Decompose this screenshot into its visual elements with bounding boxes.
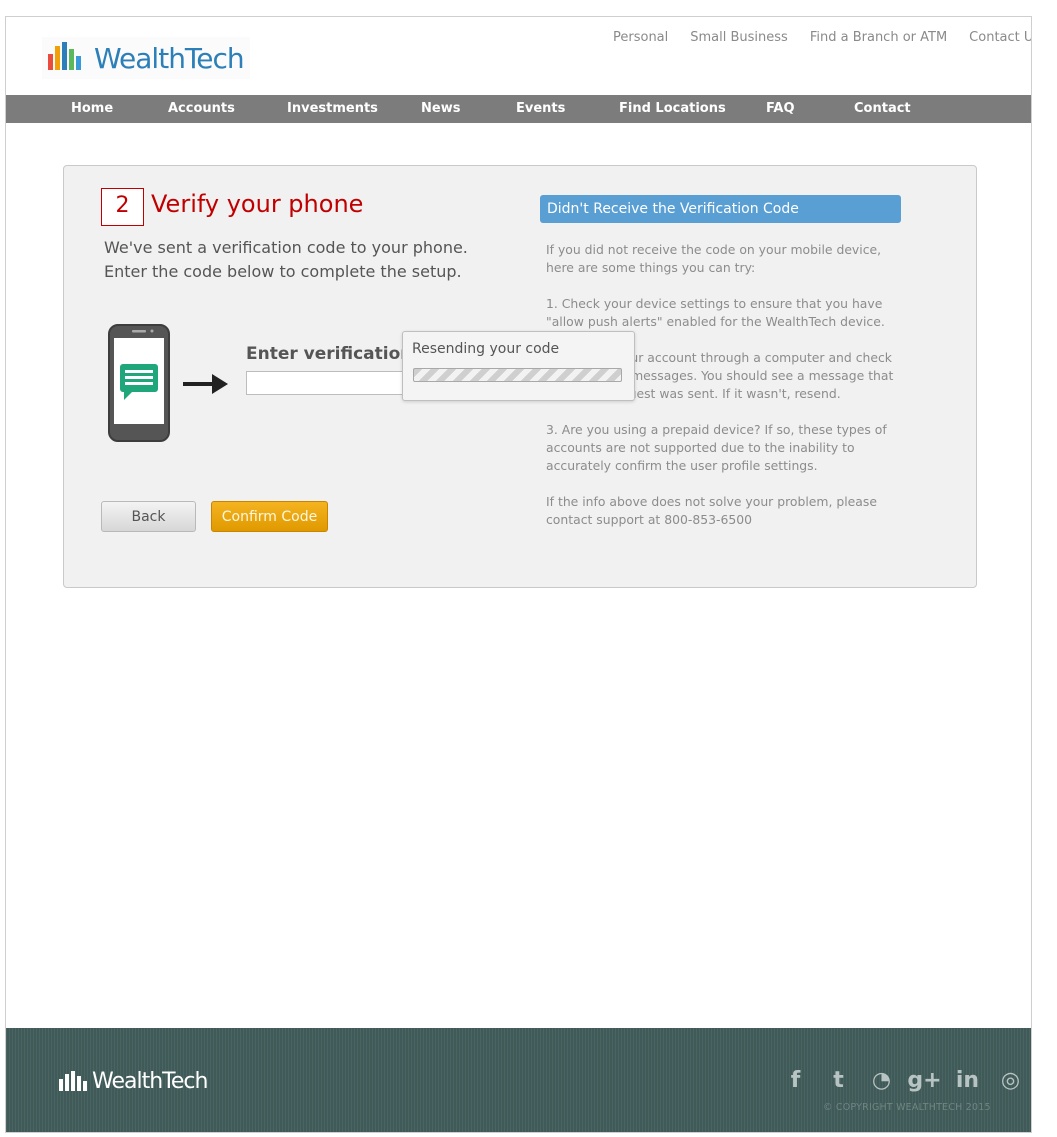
help-paragraph: 3. Are you using a prepaid device? If so… [546, 422, 887, 473]
top-link-contact-us[interactable]: Contact Us [969, 30, 1031, 45]
verification-label: Enter verification [246, 344, 413, 364]
step-title: Verify your phone [151, 190, 364, 218]
nav-accounts[interactable]: Accounts [168, 101, 235, 116]
footer-logo-text: WealthTech [92, 1069, 208, 1094]
step-number: 2 [101, 188, 144, 226]
help-paragraph: 1. Check your device settings to ensure … [546, 296, 885, 329]
twitter-icon[interactable]: t [817, 1068, 860, 1093]
help-paragraph: If the info above does not solve your pr… [546, 494, 877, 527]
top-links: Personal Small Business Find a Branch or… [613, 30, 1031, 45]
top-link-small-business[interactable]: Small Business [690, 30, 788, 45]
nav-contact[interactable]: Contact [854, 101, 911, 116]
help-header: Didn't Receive the Verification Code [540, 195, 901, 223]
step-description: We've sent a verification code to your p… [104, 236, 468, 284]
footer: WealthTech f t ◔ g+ in ◎ © COPYRIGHT WEA… [6, 1028, 1031, 1132]
help-paragraph: If you did not receive the code on your … [546, 242, 882, 275]
google-plus-icon[interactable]: g+ [903, 1068, 946, 1093]
confirm-code-button[interactable]: Confirm Code [211, 501, 328, 532]
footer-logo-bars-icon [59, 1070, 87, 1091]
main-navbar: Home Accounts Investments News Events Fi… [6, 95, 1031, 123]
nav-news[interactable]: News [421, 101, 460, 116]
dribbble-icon[interactable]: ◎ [989, 1068, 1031, 1093]
phone-message-icon [108, 324, 170, 442]
page-frame: WealthTech Personal Small Business Find … [5, 16, 1032, 1133]
facebook-icon[interactable]: f [774, 1068, 817, 1093]
nav-investments[interactable]: Investments [287, 101, 378, 116]
nav-events[interactable]: Events [516, 101, 565, 116]
logo-text: WealthTech [94, 41, 245, 75]
verification-code-input[interactable] [246, 371, 416, 395]
nav-faq[interactable]: FAQ [766, 101, 795, 116]
resending-popup: Resending your code [402, 331, 635, 401]
desc-line-1: We've sent a verification code to your p… [104, 238, 468, 257]
logo-bars-icon [48, 42, 81, 70]
rss-icon[interactable]: ◔ [860, 1068, 903, 1093]
top-link-personal[interactable]: Personal [613, 30, 668, 45]
linkedin-icon[interactable]: in [946, 1068, 989, 1093]
nav-home[interactable]: Home [71, 101, 113, 116]
footer-logo[interactable]: WealthTech [58, 1069, 208, 1094]
top-link-find-branch[interactable]: Find a Branch or ATM [810, 30, 947, 45]
back-button[interactable]: Back [101, 501, 196, 532]
popup-title: Resending your code [412, 341, 560, 357]
social-links: f t ◔ g+ in ◎ [774, 1068, 1031, 1093]
arrow-right-icon [183, 374, 228, 394]
resend-progress-bar [413, 368, 622, 382]
nav-find-locations[interactable]: Find Locations [619, 101, 726, 116]
desc-line-2: Enter the code below to complete the set… [104, 262, 462, 281]
copyright-text: © COPYRIGHT WEALTHTECH 2015 [823, 1102, 991, 1113]
wealthtech-logo[interactable]: WealthTech [42, 37, 250, 79]
